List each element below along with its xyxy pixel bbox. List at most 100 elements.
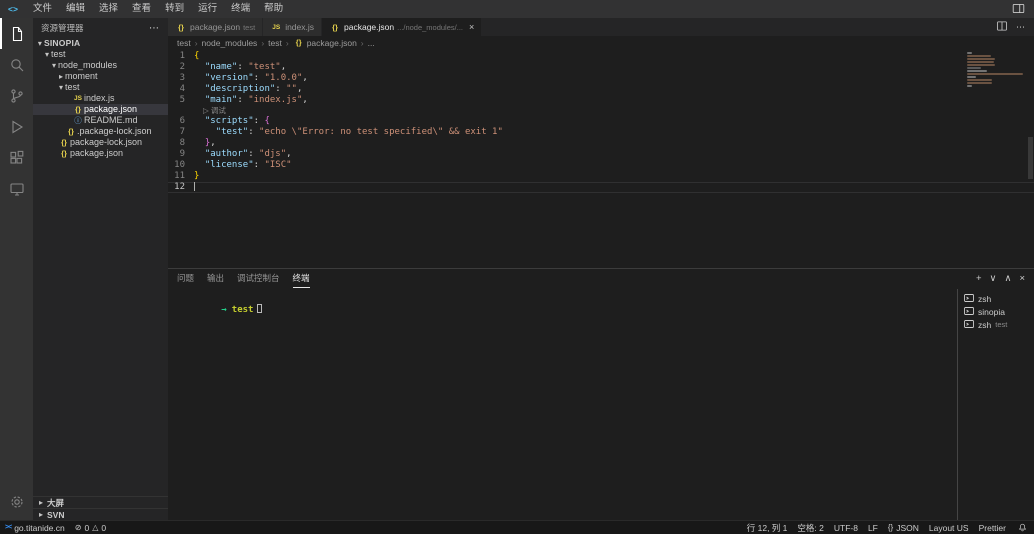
- menu-item[interactable]: 文件: [26, 0, 59, 18]
- sidebar-more-actions-icon[interactable]: ⋯: [149, 23, 160, 34]
- code-line[interactable]: 7 "test": "echo \"Error: no test specifi…: [168, 127, 1034, 138]
- split-editor-icon[interactable]: [996, 20, 1008, 34]
- json-icon: {}: [175, 23, 187, 32]
- activity-extensions-icon[interactable]: [0, 142, 33, 173]
- menu-item[interactable]: 编辑: [59, 0, 92, 18]
- tree-item[interactable]: ▾test: [33, 49, 168, 60]
- activity-explorer-icon[interactable]: [0, 18, 33, 49]
- code-line[interactable]: 10 "license": "ISC": [168, 160, 1034, 171]
- error-count: 0: [84, 523, 89, 533]
- menu-item[interactable]: 运行: [191, 0, 224, 18]
- terminal-icon: [964, 293, 974, 305]
- status-item[interactable]: 空格: 2: [792, 521, 828, 534]
- line-text: "version": "1.0.0",: [194, 73, 308, 84]
- code-line[interactable]: 1{: [168, 51, 1034, 62]
- breadcrumb-item[interactable]: test: [268, 38, 282, 48]
- panel-tab[interactable]: 问题: [177, 269, 194, 288]
- code-line[interactable]: 8 },: [168, 138, 1034, 149]
- line-number: 8: [168, 138, 194, 149]
- activity-source-control-icon[interactable]: [0, 80, 33, 111]
- menu-item[interactable]: 选择: [92, 0, 125, 18]
- tree-item[interactable]: {}package.json: [33, 104, 168, 115]
- minimap[interactable]: [967, 52, 1027, 88]
- activity-search-icon[interactable]: [0, 49, 33, 80]
- terminal-tab-row[interactable]: zsh: [958, 292, 1034, 305]
- breadcrumb-item[interactable]: test: [177, 38, 191, 48]
- terminal-output[interactable]: →test: [168, 289, 956, 520]
- line-number: 9: [168, 149, 194, 160]
- close-icon[interactable]: ×: [469, 22, 474, 32]
- maximize-panel-icon[interactable]: ∧: [1004, 273, 1011, 284]
- status-item[interactable]: Prettier: [974, 521, 1011, 534]
- panel-tab[interactable]: 输出: [207, 269, 224, 288]
- code-line[interactable]: 11}: [168, 171, 1034, 182]
- status-item[interactable]: {}JSON: [883, 521, 924, 534]
- breadcrumb-item[interactable]: node_modules: [202, 38, 258, 48]
- problems-status[interactable]: ⊘ 0 △ 0: [70, 521, 111, 534]
- code-line[interactable]: 6 "scripts": {: [168, 116, 1034, 127]
- notifications-bell-icon[interactable]: [1011, 522, 1034, 533]
- status-item[interactable]: Layout US: [924, 521, 974, 534]
- tree-item[interactable]: ▾node_modules: [33, 60, 168, 71]
- customize-layout-icon[interactable]: [1012, 2, 1025, 17]
- tree-item[interactable]: {}package.json: [33, 148, 168, 159]
- code-line[interactable]: 2 "name": "test",: [168, 62, 1034, 73]
- editor-more-actions-icon[interactable]: ⋯: [1016, 22, 1025, 33]
- sidebar-section[interactable]: ▸SVN: [33, 508, 168, 520]
- panel-tab[interactable]: 调试控制台: [237, 269, 280, 288]
- editor-tab[interactable]: {}package.jsontest: [168, 18, 263, 36]
- section-label: 大屏: [47, 497, 64, 509]
- tree-item[interactable]: ▾SINOPIA: [33, 38, 168, 49]
- breadcrumb-item[interactable]: {}package.json: [293, 38, 357, 48]
- line-number: 6: [168, 116, 194, 127]
- menu-item[interactable]: 帮助: [257, 0, 290, 18]
- tree-item-label: SINOPIA: [44, 38, 80, 49]
- terminal-tab-row[interactable]: zshtest: [958, 318, 1034, 331]
- tree-item[interactable]: {}.package-lock.json: [33, 126, 168, 137]
- tree-item[interactable]: ⓘREADME.md: [33, 115, 168, 126]
- settings-gear-icon[interactable]: [0, 486, 33, 517]
- explorer-sidebar: 资源管理器 ⋯ ▾SINOPIA▾test▾node_modules▸momen…: [33, 18, 168, 520]
- tree-item-label: package.json: [70, 148, 123, 159]
- code-line[interactable]: 12: [168, 182, 1034, 193]
- code-editor[interactable]: 1{2 "name": "test",3 "version": "1.0.0",…: [168, 49, 1034, 268]
- status-item[interactable]: LF: [863, 521, 883, 534]
- editor-tab[interactable]: JSindex.js: [263, 18, 322, 36]
- sidebar-section[interactable]: ▸大屏: [33, 496, 168, 508]
- codelens-debug-action[interactable]: ▷ 调试: [168, 106, 1034, 116]
- info-icon: ⓘ: [72, 115, 84, 126]
- menu-item[interactable]: 查看: [125, 0, 158, 18]
- menu-item[interactable]: 终端: [224, 0, 257, 18]
- chevron-down-icon: ▾: [36, 38, 44, 49]
- panel-tab[interactable]: 终端: [293, 269, 310, 288]
- new-terminal-button[interactable]: +: [976, 273, 982, 284]
- status-item[interactable]: UTF-8: [829, 521, 863, 534]
- code-line[interactable]: 9 "author": "djs",: [168, 149, 1034, 160]
- remote-indicator[interactable]: >< go.titanide.cn: [0, 521, 70, 534]
- terminal-tab-row[interactable]: sinopia: [958, 305, 1034, 318]
- line-text: {: [194, 51, 199, 62]
- tree-item[interactable]: ▸moment: [33, 71, 168, 82]
- terminal-dropdown-icon[interactable]: ∨: [990, 273, 997, 284]
- close-panel-icon[interactable]: ×: [1019, 273, 1025, 284]
- activity-run-debug-icon[interactable]: [0, 111, 33, 142]
- code-line[interactable]: 4 "description": "",: [168, 84, 1034, 95]
- code-line[interactable]: 5 "main": "index.js",: [168, 95, 1034, 106]
- terminal-icon: [964, 319, 974, 331]
- breadcrumb-item[interactable]: ...: [368, 38, 375, 48]
- code-line[interactable]: 3 "version": "1.0.0",: [168, 73, 1034, 84]
- tree-item[interactable]: JSindex.js: [33, 93, 168, 104]
- tree-item[interactable]: ▾test: [33, 82, 168, 93]
- sidebar-bottom-sections: ▸大屏▸SVN: [33, 496, 168, 520]
- json-icon: {}: [329, 23, 341, 32]
- vscode-window: <> 文件编辑选择查看转到运行终端帮助: [0, 0, 1034, 534]
- json-icon: {}: [58, 137, 70, 148]
- tree-item[interactable]: {}package-lock.json: [33, 137, 168, 148]
- status-item[interactable]: 行 12, 列 1: [742, 521, 793, 534]
- editor-scrollbar[interactable]: [1028, 137, 1033, 179]
- line-text: "name": "test",: [194, 62, 286, 73]
- activity-remote-explorer-icon[interactable]: [0, 173, 33, 204]
- menu-item[interactable]: 转到: [158, 0, 191, 18]
- editor-tab[interactable]: {}package.json.../node_modules/...×: [322, 18, 482, 36]
- panel-header: 问题输出调试控制台终端 + ∨ ∧ ×: [168, 269, 1034, 288]
